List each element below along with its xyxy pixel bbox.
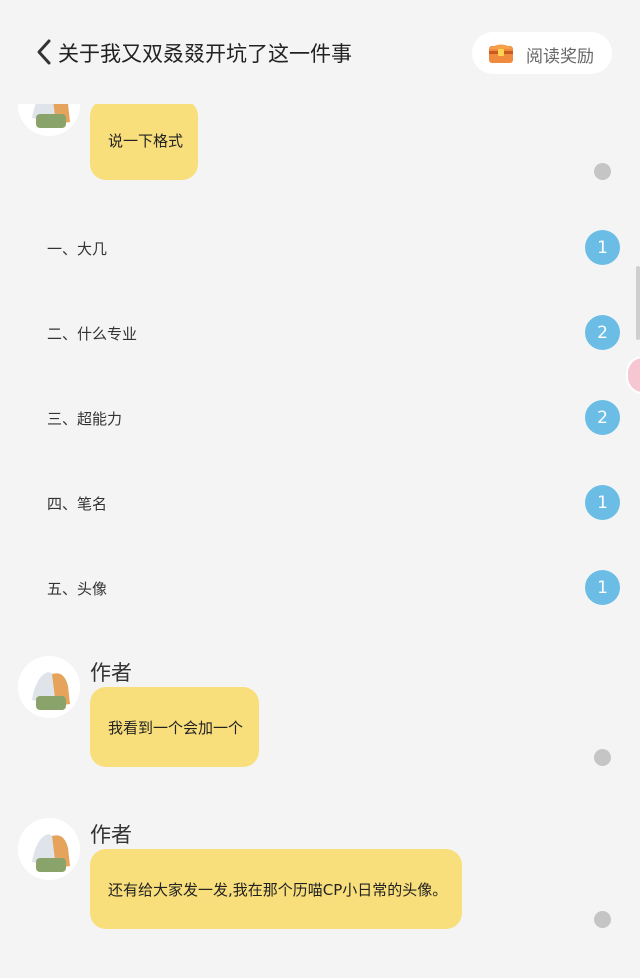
author-avatar[interactable]	[18, 656, 80, 718]
comment-count-badge[interactable]: 1	[585, 230, 620, 265]
top-bar: 关于我又双叒叕开坑了这一件事 阅读奖励	[0, 0, 640, 104]
comment-dot[interactable]	[594, 749, 611, 766]
paragraph-item: 四、笔名	[47, 495, 108, 513]
comment-dot[interactable]	[594, 163, 611, 180]
comment-dot[interactable]	[594, 911, 611, 928]
message-bubble: 我看到一个会加一个	[90, 687, 259, 767]
comment-count-badge[interactable]: 2	[585, 400, 620, 435]
comment-count-badge[interactable]: 1	[585, 570, 620, 605]
reading-reward-label: 阅读奖励	[526, 47, 594, 67]
paragraph-item: 一、大几	[47, 240, 108, 258]
message-bubble: 还有给大家发一发,我在那个历喵CP小日常的头像。	[90, 849, 462, 929]
author-avatar[interactable]	[18, 818, 80, 880]
paragraph-item: 三、超能力	[47, 410, 123, 428]
comment-count-badge[interactable]: 2	[585, 315, 620, 350]
message-bubble: 说一下格式	[90, 100, 198, 180]
message-author: 作者	[90, 823, 132, 847]
paragraph-item: 二、什么专业	[47, 325, 138, 343]
reading-reward-button[interactable]: 阅读奖励	[472, 32, 612, 74]
floating-avatar-badge[interactable]	[626, 356, 640, 394]
comment-count-badge[interactable]: 1	[585, 485, 620, 520]
chevron-left-icon[interactable]	[34, 36, 54, 68]
treasure-chest-icon	[488, 40, 514, 64]
scrollbar[interactable]	[636, 266, 640, 340]
message-author: 作者	[90, 661, 132, 685]
page-title: 关于我又双叒叕开坑了这一件事	[58, 42, 352, 66]
paragraph-item: 五、头像	[47, 580, 108, 598]
